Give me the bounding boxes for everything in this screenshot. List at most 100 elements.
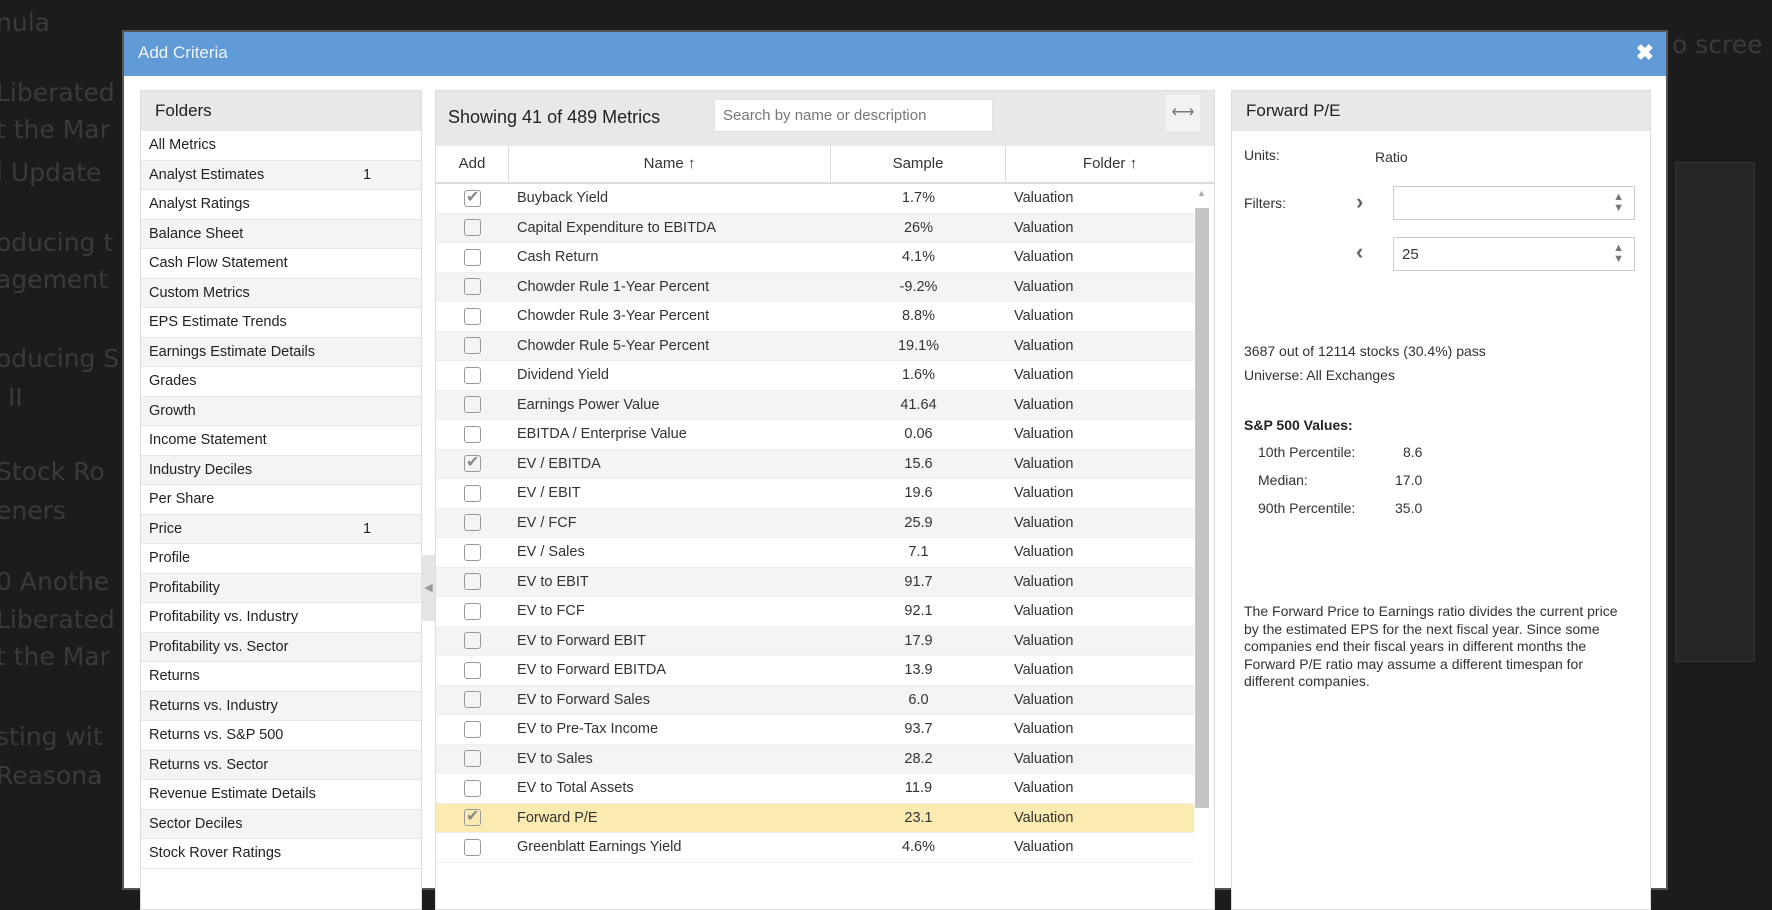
less-than-icon[interactable]: ‹	[1356, 239, 1363, 265]
add-checkbox[interactable]	[464, 691, 481, 709]
folder-label: Analyst Estimates	[149, 166, 265, 183]
spinner-icon[interactable]: ▲ ▼	[1613, 243, 1624, 265]
spinner-icon[interactable]: ▲ ▼	[1613, 192, 1624, 214]
table-row[interactable]: Greenblatt Earnings Yield 4.6% Valuation	[436, 833, 1194, 863]
table-row[interactable]: Buyback Yield 1.7% Valuation	[436, 184, 1194, 214]
table-row[interactable]: EV to Forward Sales 6.0 Valuation	[436, 685, 1194, 715]
table-row[interactable]: Forward P/E 23.1 Valuation	[436, 803, 1194, 833]
scrollbar[interactable]: ▲	[1194, 186, 1210, 909]
table-row[interactable]: Dividend Yield 1.6% Valuation	[436, 361, 1194, 391]
p10-value: 8.6	[1403, 444, 1423, 460]
table-row[interactable]: EV to Total Assets 11.9 Valuation	[436, 774, 1194, 804]
scroll-up-icon[interactable]: ▲	[1197, 188, 1206, 198]
folder-item[interactable]: Growth	[141, 396, 421, 426]
add-checkbox[interactable]	[464, 779, 481, 797]
folder-item[interactable]: Returns vs. Industry	[141, 691, 421, 721]
add-checkbox[interactable]	[464, 720, 481, 738]
folder-item[interactable]: EPS Estimate Trends	[141, 308, 421, 338]
metric-name: EV to Forward Sales	[517, 691, 650, 708]
table-row[interactable]: EV / FCF 25.9 Valuation	[436, 508, 1194, 538]
table-row[interactable]: EV to Forward EBIT 17.9 Valuation	[436, 626, 1194, 656]
table-row[interactable]: EV / EBITDA 15.6 Valuation	[436, 449, 1194, 479]
add-checkbox[interactable]	[464, 307, 481, 325]
table-row[interactable]: EV to FCF 92.1 Valuation	[436, 597, 1194, 627]
search-input[interactable]	[714, 99, 993, 132]
folder-item[interactable]: Income Statement	[141, 426, 421, 456]
add-checkbox[interactable]	[464, 632, 481, 650]
table-row[interactable]: Chowder Rule 1-Year Percent -9.2% Valuatio…	[436, 272, 1194, 302]
add-checkbox[interactable]	[464, 425, 481, 443]
add-checkbox[interactable]	[464, 248, 481, 266]
table-row[interactable]: EBITDA / Enterprise Value 0.06 Valuation	[436, 420, 1194, 450]
folder-item[interactable]: Profile	[141, 544, 421, 574]
table-row[interactable]: EV / EBIT 19.6 Valuation	[436, 479, 1194, 509]
folder-item[interactable]: Sector Deciles	[141, 809, 421, 839]
add-checkbox[interactable]	[464, 750, 481, 768]
table-row[interactable]: Chowder Rule 5-Year Percent 19.1% Valuatio…	[436, 331, 1194, 361]
close-icon[interactable]: ✖	[1636, 40, 1654, 66]
folder-item[interactable]: Analyst Estimates 1	[141, 160, 421, 190]
folder-item[interactable]: Grades	[141, 367, 421, 397]
add-checkbox[interactable]	[464, 452, 481, 473]
add-checkbox[interactable]	[464, 602, 481, 620]
expand-icon[interactable]: ⟷	[1166, 95, 1200, 131]
add-checkbox[interactable]	[464, 661, 481, 679]
add-checkbox[interactable]	[464, 278, 481, 296]
add-checkbox[interactable]	[464, 337, 481, 355]
universe: Universe: All Exchanges	[1244, 367, 1395, 383]
min-filter-input[interactable]: ▲ ▼	[1393, 186, 1635, 220]
folder-item[interactable]: Profitability vs. Industry	[141, 603, 421, 633]
add-checkbox[interactable]	[464, 573, 481, 591]
add-checkbox[interactable]	[464, 396, 481, 414]
add-checkbox[interactable]	[464, 366, 481, 384]
add-checkbox[interactable]	[464, 187, 481, 207]
folder-item[interactable]: Returns	[141, 662, 421, 692]
folder-item[interactable]: Custom Metrics	[141, 278, 421, 308]
metric-sample: 25.9	[904, 514, 933, 531]
table-row[interactable]: EV to Sales 28.2 Valuation	[436, 744, 1194, 774]
max-filter-input[interactable]: 25 ▲ ▼	[1393, 237, 1635, 271]
add-checkbox[interactable]	[464, 514, 481, 532]
folder-item[interactable]: Stock Rover Ratings	[141, 839, 421, 869]
background-text: Liberated	[0, 78, 115, 107]
folder-item[interactable]: Profitability vs. Sector	[141, 632, 421, 662]
metric-folder: Valuation	[1014, 544, 1074, 561]
folder-count: 1	[363, 520, 372, 537]
greater-than-icon[interactable]: ›	[1356, 189, 1363, 215]
metric-folder: Valuation	[1014, 662, 1074, 679]
metric-sample: 7.1	[908, 544, 929, 561]
folder-item[interactable]: Per Share	[141, 485, 421, 515]
table-row[interactable]: Chowder Rule 3-Year Percent 8.8% Valuation	[436, 302, 1194, 332]
collapse-handle-icon[interactable]: ◀	[421, 555, 436, 621]
column-name[interactable]: Name ↑	[509, 146, 831, 182]
folder-item[interactable]: Returns vs. Sector	[141, 750, 421, 780]
folder-item[interactable]: Returns vs. S&P 500	[141, 721, 421, 751]
table-row[interactable]: Capital Expenditure to EBITDA 26% Valuatio…	[436, 213, 1194, 243]
table-row[interactable]: EV / Sales 7.1 Valuation	[436, 538, 1194, 568]
folder-item[interactable]: Industry Deciles	[141, 455, 421, 485]
folder-item[interactable]: Balance Sheet	[141, 219, 421, 249]
folder-item[interactable]: Revenue Estimate Details	[141, 780, 421, 810]
add-checkbox[interactable]	[464, 838, 481, 856]
folder-item[interactable]: Analyst Ratings	[141, 190, 421, 220]
folder-item[interactable]: Earnings Estimate Details	[141, 337, 421, 367]
scrollbar-thumb[interactable]	[1195, 208, 1209, 808]
add-checkbox[interactable]	[464, 484, 481, 502]
folder-item[interactable]: Cash Flow Statement	[141, 249, 421, 279]
table-row[interactable]: EV to Pre-Tax Income 93.7 Valuation	[436, 715, 1194, 745]
add-checkbox[interactable]	[464, 806, 481, 827]
column-sample[interactable]: Sample	[831, 146, 1006, 182]
column-add[interactable]: Add	[436, 146, 509, 182]
table-row[interactable]: EV to Forward EBITDA 13.9 Valuation	[436, 656, 1194, 686]
table-row[interactable]: EV to EBIT 91.7 Valuation	[436, 567, 1194, 597]
add-checkbox[interactable]	[464, 219, 481, 237]
add-checkbox[interactable]	[464, 543, 481, 561]
table-row[interactable]: Cash Return 4.1% Valuation	[436, 243, 1194, 273]
folder-item[interactable]: All Metrics	[141, 131, 421, 161]
table-row[interactable]: Earnings Power Value 41.64 Valuation	[436, 390, 1194, 420]
column-folder[interactable]: Folder ↑	[1006, 146, 1214, 182]
folder-label: Returns	[149, 668, 200, 684]
folder-label: Profitability	[149, 579, 220, 596]
folder-item[interactable]: Profitability	[141, 573, 421, 603]
folder-item[interactable]: Price 1	[141, 514, 421, 544]
